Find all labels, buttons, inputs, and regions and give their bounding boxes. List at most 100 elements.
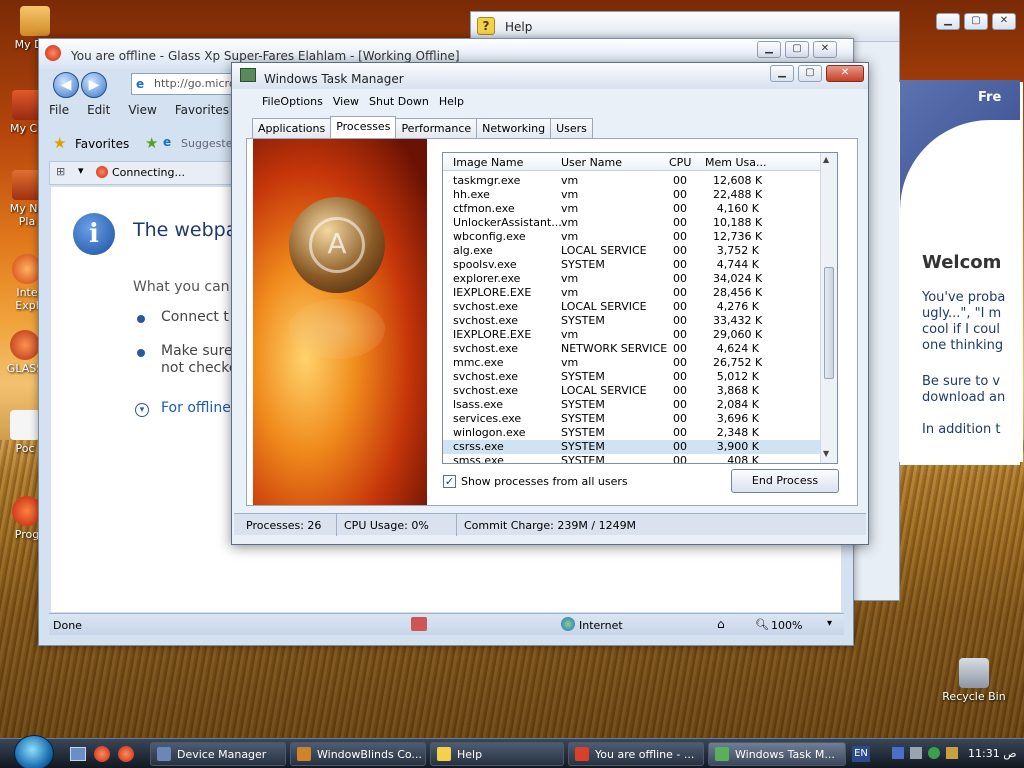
cell-image-name: explorer.exe — [453, 272, 521, 285]
add-favorite-icon[interactable]: ★ — [145, 134, 158, 152]
table-row[interactable]: svchost.exe LOCAL SERVICE 00 4,276 K — [443, 300, 821, 314]
menu-edit[interactable]: Edit — [87, 103, 110, 125]
bullet-line: Make sure — [161, 343, 233, 359]
maximize-button[interactable]: ▢ — [785, 41, 809, 58]
taskbar-button[interactable]: Device Manager — [150, 742, 286, 766]
taskbar-button[interactable]: You are offline - ... — [568, 742, 704, 766]
table-row[interactable]: csrss.exe SYSTEM 00 3,900 K — [443, 440, 821, 454]
table-row[interactable]: smss.exe SYSTEM 00 408 K — [443, 454, 821, 463]
table-row[interactable]: explorer.exe vm 00 34,024 K — [443, 272, 821, 286]
expand-icon[interactable]: ▾ — [135, 403, 149, 417]
col-user-name[interactable]: User Name — [561, 156, 622, 169]
help-heading: Welcom — [922, 252, 1002, 273]
taskbar-button[interactable]: WindowBlinds Co... — [290, 742, 426, 766]
scrollbar[interactable]: ▲ ▼ — [820, 153, 837, 463]
menu-file[interactable]: FileOptions — [262, 95, 323, 108]
show-desktop-icon[interactable] — [70, 747, 86, 761]
col-mem-usage[interactable]: Mem Usa... — [705, 156, 766, 169]
tab-applications[interactable]: Applications — [252, 118, 332, 138]
table-row[interactable]: svchost.exe NETWORK SERVICE 00 4,624 K — [443, 342, 821, 356]
col-image-name[interactable]: Image Name — [453, 156, 523, 169]
cell-cpu: 00 — [673, 230, 687, 243]
maximize-button[interactable]: ▢ — [798, 65, 822, 82]
tray-app-icon[interactable] — [946, 747, 958, 759]
start-button[interactable] — [14, 735, 54, 768]
scroll-down-icon[interactable]: ▼ — [823, 449, 829, 458]
table-row[interactable]: services.exe SYSTEM 00 3,696 K — [443, 412, 821, 426]
scroll-up-icon[interactable]: ▲ — [823, 155, 829, 164]
table-row[interactable]: svchost.exe LOCAL SERVICE 00 3,868 K — [443, 384, 821, 398]
zoom-dropdown-icon[interactable]: ▾ — [827, 618, 832, 629]
tray-security-icon[interactable] — [928, 747, 940, 759]
forward-button[interactable]: ▶ — [81, 72, 107, 98]
table-row[interactable]: mmc.exe vm 00 26,752 K — [443, 356, 821, 370]
taskbar-button-label: Help — [457, 748, 483, 761]
table-row[interactable]: UnlockerAssistant... vm 00 10,188 K — [443, 216, 821, 230]
table-row[interactable]: hh.exe vm 00 22,488 K — [443, 188, 821, 202]
close-button[interactable]: ✕ — [992, 13, 1016, 30]
tab-users[interactable]: Users — [550, 118, 593, 138]
menu-view[interactable]: View — [333, 95, 359, 108]
quick-launch-browser-icon[interactable] — [118, 746, 134, 762]
table-row[interactable]: svchost.exe SYSTEM 00 33,432 K — [443, 314, 821, 328]
close-button[interactable]: ✕ — [826, 65, 864, 82]
cell-image-name: svchost.exe — [453, 342, 519, 355]
quick-tabs-icon[interactable]: ⊞ — [56, 165, 65, 178]
scroll-thumb[interactable] — [824, 267, 834, 379]
back-button[interactable]: ◀ — [53, 72, 79, 98]
taskbar-button[interactable]: Windows Task M... — [708, 742, 846, 766]
menu-view[interactable]: View — [128, 103, 156, 125]
tab-processes[interactable]: Processes — [330, 116, 397, 138]
cell-image-name: lsass.exe — [453, 398, 503, 411]
minimize-button[interactable]: ▁ — [757, 41, 781, 58]
minimize-button[interactable]: ▁ — [936, 13, 960, 30]
cell-mem-usage: 33,432 K — [713, 314, 763, 327]
language-indicator[interactable]: EN — [852, 746, 870, 762]
tab-connecting[interactable]: Connecting... — [112, 166, 185, 179]
tab-list-icon[interactable]: ▾ — [78, 164, 84, 177]
recycle-bin-icon[interactable]: Recycle Bin — [938, 658, 1010, 703]
menu-help[interactable]: Help — [439, 95, 464, 108]
cell-user-name: LOCAL SERVICE — [561, 244, 647, 257]
table-row[interactable]: alg.exe LOCAL SERVICE 00 3,752 K — [443, 244, 821, 258]
protected-mode-icon[interactable]: ⌂ — [717, 617, 725, 631]
tray-volume-icon[interactable] — [910, 747, 922, 759]
table-row[interactable]: lsass.exe SYSTEM 00 2,084 K — [443, 398, 821, 412]
table-row[interactable]: spoolsv.exe SYSTEM 00 4,744 K — [443, 258, 821, 272]
clock[interactable]: 11:31 ص — [968, 747, 1017, 760]
taskbar-button[interactable]: Help — [430, 742, 564, 766]
task-manager-window[interactable]: Windows Task Manager ▁ ▢ ✕ FileOptions V… — [231, 62, 869, 545]
end-process-button[interactable]: End Process — [731, 469, 839, 493]
menu-shut-down[interactable]: Shut Down — [369, 95, 429, 108]
show-all-checkbox[interactable]: ✓ — [443, 475, 456, 488]
tab-performance[interactable]: Performance — [395, 118, 478, 138]
bullet-make-sure: Make sure not checke — [161, 343, 237, 377]
help-paragraph-1: You've proba ugly...", "I m cool if I co… — [922, 290, 1005, 354]
table-row[interactable]: IEXPLORE.EXE vm 00 29,060 K — [443, 328, 821, 342]
minimize-button[interactable]: ▁ — [770, 65, 794, 82]
tab-networking[interactable]: Networking — [476, 118, 552, 138]
table-row[interactable]: wbconfig.exe vm 00 12,736 K — [443, 230, 821, 244]
table-row[interactable]: winlogon.exe SYSTEM 00 2,348 K — [443, 426, 821, 440]
ie-tab-bar: ⊞ ▾ Connecting... — [49, 161, 249, 185]
zone-label: Internet — [579, 619, 623, 632]
menu-favorites[interactable]: Favorites — [175, 103, 229, 125]
suggested-sites[interactable]: Suggeste — [181, 137, 233, 150]
table-row[interactable]: ctfmon.exe vm 00 4,160 K — [443, 202, 821, 216]
table-row[interactable]: IEXPLORE.EXE vm 00 28,456 K — [443, 286, 821, 300]
quick-launch-ie-icon[interactable] — [94, 746, 110, 762]
close-button[interactable]: ✕ — [813, 41, 837, 58]
col-cpu[interactable]: CPU — [669, 156, 691, 169]
zoom-level[interactable]: 100% — [771, 619, 802, 632]
menu-file[interactable]: File — [49, 103, 69, 125]
maximize-button[interactable]: ▢ — [964, 13, 988, 30]
table-row[interactable]: svchost.exe SYSTEM 00 5,012 K — [443, 370, 821, 384]
tray-network-icon[interactable] — [892, 747, 904, 759]
tm-titlebar[interactable]: Windows Task Manager ▁ ▢ ✕ — [232, 63, 868, 89]
menu-options-label[interactable]: Options — [280, 95, 322, 108]
offline-link[interactable]: For offline — [161, 400, 231, 416]
favorites-button[interactable]: Favorites — [75, 137, 129, 151]
cell-user-name: SYSTEM — [561, 314, 605, 327]
process-table[interactable]: Image Name User Name CPU Mem Usa... task… — [442, 152, 838, 464]
table-row[interactable]: taskmgr.exe vm 00 12,608 K — [443, 174, 821, 188]
